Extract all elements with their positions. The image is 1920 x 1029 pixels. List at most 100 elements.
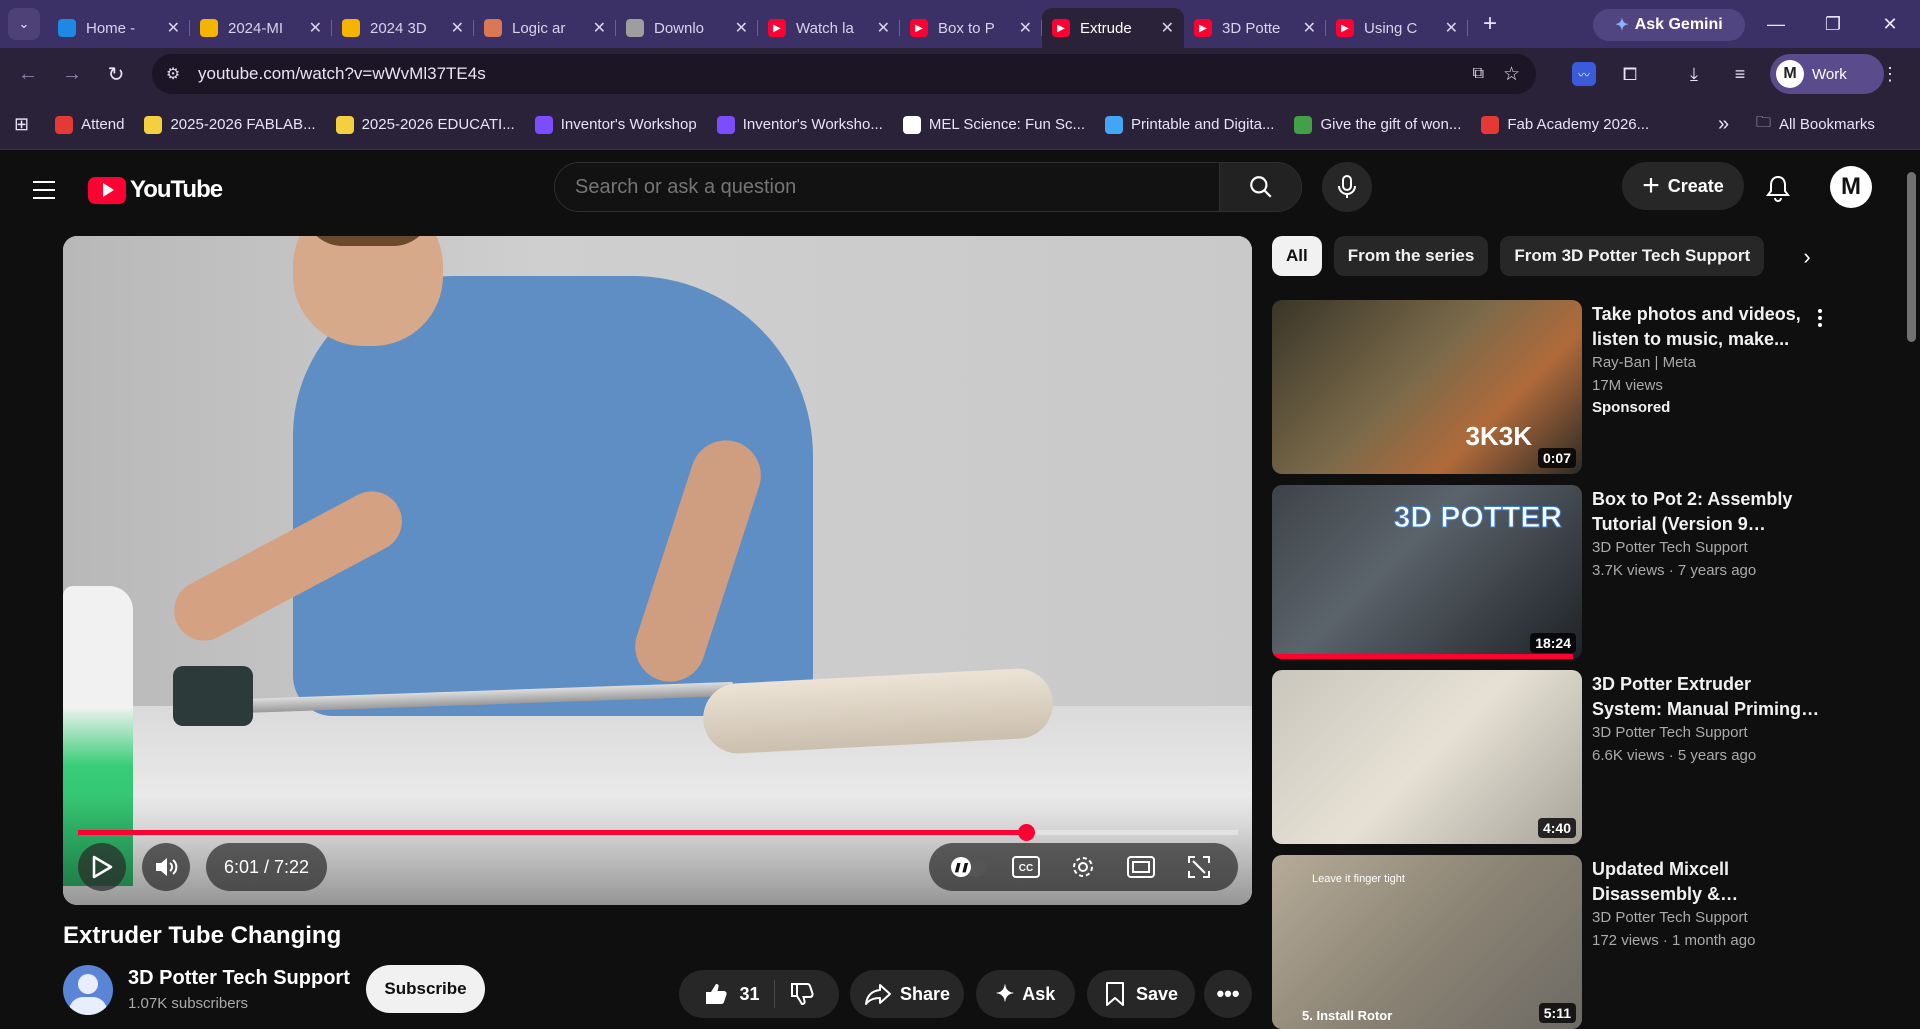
tab-search-button[interactable]: ⌄ (8, 8, 40, 40)
theater-mode-button[interactable] (1121, 847, 1161, 887)
tab-close-icon[interactable]: ✕ (167, 18, 180, 38)
more-vertical-icon[interactable] (1808, 304, 1832, 332)
recommended-video[interactable]: Leave it finger tight 5. Install Rotor 5:1… (1272, 855, 1832, 1029)
browser-tab[interactable]: ▶ 3D Potte ✕ (1184, 8, 1326, 48)
captions-button[interactable]: CC (1006, 847, 1046, 887)
tab-close-icon[interactable]: ✕ (593, 18, 606, 38)
bookmark-item[interactable]: 2025-2026 EDUCATI... (335, 115, 515, 134)
ask-button[interactable]: ✦ Ask (976, 970, 1075, 1018)
fullscreen-button[interactable] (1179, 847, 1219, 887)
extension-icon[interactable]: 〰 (1566, 56, 1602, 92)
recommended-title[interactable]: Updated Mixcell Disassembly & Reassembly… (1592, 857, 1822, 907)
site-info-icon[interactable]: ⚙ (156, 57, 190, 91)
browser-tab[interactable]: Home - ✕ (48, 8, 190, 48)
apps-grid-icon[interactable]: ⊞ (14, 114, 29, 135)
recommended-video[interactable]: 3K3K 0:07 Take photos and videos, listen t… (1272, 300, 1832, 474)
recommended-title[interactable]: Box to Pot 2: Assembly Tutorial (Version… (1592, 487, 1822, 537)
subscribe-button[interactable]: Subscribe (366, 965, 485, 1013)
settings-button[interactable] (1063, 847, 1103, 887)
tab-close-icon[interactable]: ✕ (1161, 18, 1174, 38)
recommended-video[interactable]: 3D POTTER 18:24 Box to Pot 2: Assembly Tut… (1272, 485, 1832, 659)
video-thumbnail[interactable]: Leave it finger tight 5. Install Rotor 5:1… (1272, 855, 1582, 1029)
youtube-logo[interactable]: YouTube (88, 172, 223, 208)
more-actions-button[interactable]: ••• (1204, 970, 1252, 1018)
menu-icon[interactable] (26, 172, 62, 208)
page-scrollbar[interactable] (1904, 150, 1920, 1020)
progress-bar[interactable] (78, 824, 1238, 841)
bookmark-item[interactable]: Inventor's Workshop (534, 115, 697, 134)
like-button[interactable]: 31 (703, 980, 775, 1008)
more-bookmarks-icon[interactable]: » (1718, 113, 1729, 136)
voice-search-button[interactable] (1322, 162, 1372, 212)
browser-tab[interactable]: 2024 3D ✕ (332, 8, 474, 48)
browser-tab[interactable]: Downlo ✕ (616, 8, 758, 48)
bookmark-item[interactable]: 2025-2026 FABLAB... (144, 115, 316, 134)
save-button[interactable]: Save (1087, 970, 1195, 1018)
video-player[interactable]: 6:01 / 7:22 ❚❚ CC (63, 236, 1252, 905)
mute-button[interactable] (142, 843, 190, 891)
dislike-button[interactable] (775, 981, 815, 1007)
browser-tab[interactable]: ▶ Box to P ✕ (900, 8, 1042, 48)
browser-tab[interactable]: 2024-MI ✕ (190, 8, 332, 48)
search-input[interactable] (555, 163, 1219, 211)
scrollbar-thumb[interactable] (1907, 172, 1916, 342)
tab-close-icon[interactable]: ✕ (1303, 18, 1316, 38)
minimize-button[interactable]: — (1746, 0, 1806, 48)
account-avatar[interactable]: M (1830, 166, 1872, 208)
autoplay-toggle[interactable]: ❚❚ (948, 847, 988, 887)
browser-tab[interactable]: ▶ Watch la ✕ (758, 8, 900, 48)
video-thumbnail[interactable]: 3D POTTER 18:24 (1272, 485, 1582, 659)
install-app-icon[interactable]: ⧉ (1473, 65, 1484, 83)
filter-chip[interactable]: From 3D Potter Tech Support (1500, 236, 1765, 276)
tab-close-icon[interactable]: ✕ (1019, 18, 1032, 38)
chips-next-button[interactable]: › (1772, 236, 1842, 278)
tab-close-icon[interactable]: ✕ (309, 18, 322, 38)
all-bookmarks[interactable]: 🗀 All Bookmarks (1756, 112, 1875, 137)
bookmark-item[interactable]: Printable and Digita... (1105, 115, 1274, 134)
recommended-channel[interactable]: 3D Potter Tech Support (1592, 539, 1748, 556)
omnibox[interactable]: ⚙ youtube.com/watch?v=wWvMl37TE4s ⧉ ☆ (152, 54, 1536, 94)
recommended-channel[interactable]: Ray-Ban | Meta (1592, 354, 1696, 371)
close-window-button[interactable]: ✕ (1860, 0, 1920, 48)
browser-tab[interactable]: ▶ Extrude ✕ (1042, 8, 1184, 48)
browser-tab[interactable]: ▶ Using C ✕ (1326, 8, 1468, 48)
video-thumbnail[interactable]: 4:40 (1272, 670, 1582, 844)
url-text[interactable]: youtube.com/watch?v=wWvMl37TE4s (198, 64, 486, 84)
bookmark-item[interactable]: Fab Academy 2026... (1481, 115, 1649, 134)
forward-button[interactable]: → (54, 56, 90, 92)
filter-chip[interactable]: All (1272, 236, 1322, 276)
restore-button[interactable]: ❐ (1803, 0, 1863, 48)
bookmark-item[interactable]: Inventor's Worksho... (716, 115, 883, 134)
recommended-channel[interactable]: 3D Potter Tech Support (1592, 909, 1748, 926)
ask-gemini-button[interactable]: ✦ Ask Gemini (1593, 9, 1745, 41)
tab-close-icon[interactable]: ✕ (1445, 18, 1458, 38)
extensions-puzzle-icon[interactable]: ⧠ (1612, 56, 1648, 92)
tab-close-icon[interactable]: ✕ (877, 18, 890, 38)
new-tab-button[interactable]: + (1474, 8, 1506, 40)
recommended-title[interactable]: 3D Potter Extruder System: Manual Primin… (1592, 672, 1822, 722)
back-button[interactable]: ← (10, 56, 46, 92)
channel-name[interactable]: 3D Potter Tech Support (128, 967, 350, 990)
media-control-icon[interactable]: ≡ (1722, 56, 1758, 92)
video-thumbnail[interactable]: 3K3K 0:07 (1272, 300, 1582, 474)
create-button[interactable]: + Create (1622, 162, 1744, 210)
download-icon[interactable]: ⤓ (1676, 56, 1712, 92)
play-button[interactable] (78, 843, 126, 891)
notifications-button[interactable] (1758, 168, 1798, 208)
bookmark-item[interactable]: Attend (55, 115, 124, 134)
tab-close-icon[interactable]: ✕ (735, 18, 748, 38)
browser-menu-icon[interactable]: ⋮ (1872, 56, 1908, 92)
tab-close-icon[interactable]: ✕ (451, 18, 464, 38)
bookmark-item[interactable]: MEL Science: Fun Sc... (902, 115, 1085, 134)
recommended-video[interactable]: 4:40 3D Potter Extruder System: Manual Pr… (1272, 670, 1832, 844)
profile-button[interactable]: M Work (1770, 54, 1884, 94)
reload-button[interactable]: ↻ (98, 56, 134, 92)
search-button[interactable] (1219, 163, 1301, 211)
filter-chip[interactable]: From the series (1333, 236, 1489, 276)
bookmark-star-icon[interactable]: ☆ (1503, 63, 1520, 86)
recommended-channel[interactable]: 3D Potter Tech Support (1592, 724, 1748, 741)
bookmark-item[interactable]: Give the gift of won... (1294, 115, 1461, 134)
recommended-title[interactable]: Take photos and videos, listen to music,… (1592, 302, 1822, 352)
scrubber-handle[interactable] (1017, 824, 1035, 841)
share-button[interactable]: Share (850, 970, 964, 1018)
